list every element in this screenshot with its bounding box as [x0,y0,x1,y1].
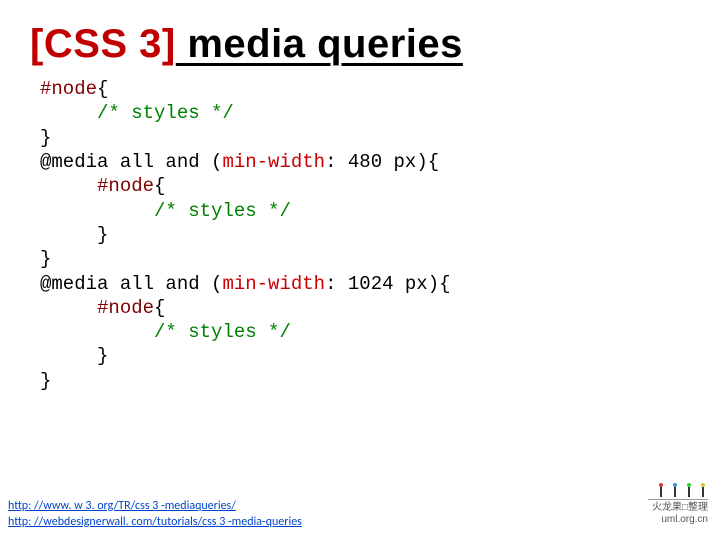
code-atrule: @media [40,151,108,173]
code-brace: { [154,297,165,319]
code-selector: #node [40,78,97,100]
title-suffix: media queries [176,22,463,66]
code-property: min-width [222,273,325,295]
stick-figure-icon [656,483,666,497]
code-paren: ) [428,273,439,295]
branding: 火龙果□整理 uml.org.cn [648,483,708,526]
code-block: #node{ /* styles */ } @media all and (mi… [40,77,690,393]
reference-link-2[interactable]: http: //webdesignerwall. com/tutorials/c… [8,514,302,530]
reference-links: http: //www. w 3. org/TR/css 3 -mediaque… [8,498,302,530]
code-brace: } [40,248,51,270]
code-value: 480 px [336,151,416,173]
code-brace: { [428,151,439,173]
code-paren: ( [211,273,222,295]
code-property: min-width [222,151,325,173]
page-title: [CSS 3] media queries [30,22,690,67]
code-paren: ( [211,151,222,173]
branding-text-2: uml.org.cn [648,514,708,526]
code-brace: } [40,127,51,149]
reference-link-1[interactable]: http: //www. w 3. org/TR/css 3 -mediaque… [8,498,302,514]
code-comment: /* styles */ [154,321,291,343]
code-brace: } [97,345,108,367]
code-colon: : [325,151,336,173]
code-atrule: @media [40,273,108,295]
branding-logo [648,483,708,497]
code-brace: { [97,78,108,100]
code-comment: /* styles */ [97,102,234,124]
stick-figure-icon [684,483,694,497]
slide: [CSS 3] media queries #node{ /* styles *… [0,0,720,540]
stick-figure-icon [670,483,680,497]
code-brace: } [97,224,108,246]
code-colon: : [325,273,336,295]
code-brace: { [154,175,165,197]
code-keyword: all and [108,273,211,295]
code-comment: /* styles */ [154,200,291,222]
code-brace: } [40,370,51,392]
code-value: 1024 px [336,273,427,295]
code-brace: { [439,273,450,295]
branding-text-1: 火龙果□整理 [648,502,708,514]
stick-figure-icon [698,483,708,497]
branding-divider [648,499,708,500]
code-paren: ) [416,151,427,173]
code-keyword: all and [108,151,211,173]
code-selector: #node [97,297,154,319]
code-selector: #node [97,175,154,197]
title-prefix: [CSS 3] [30,22,176,66]
